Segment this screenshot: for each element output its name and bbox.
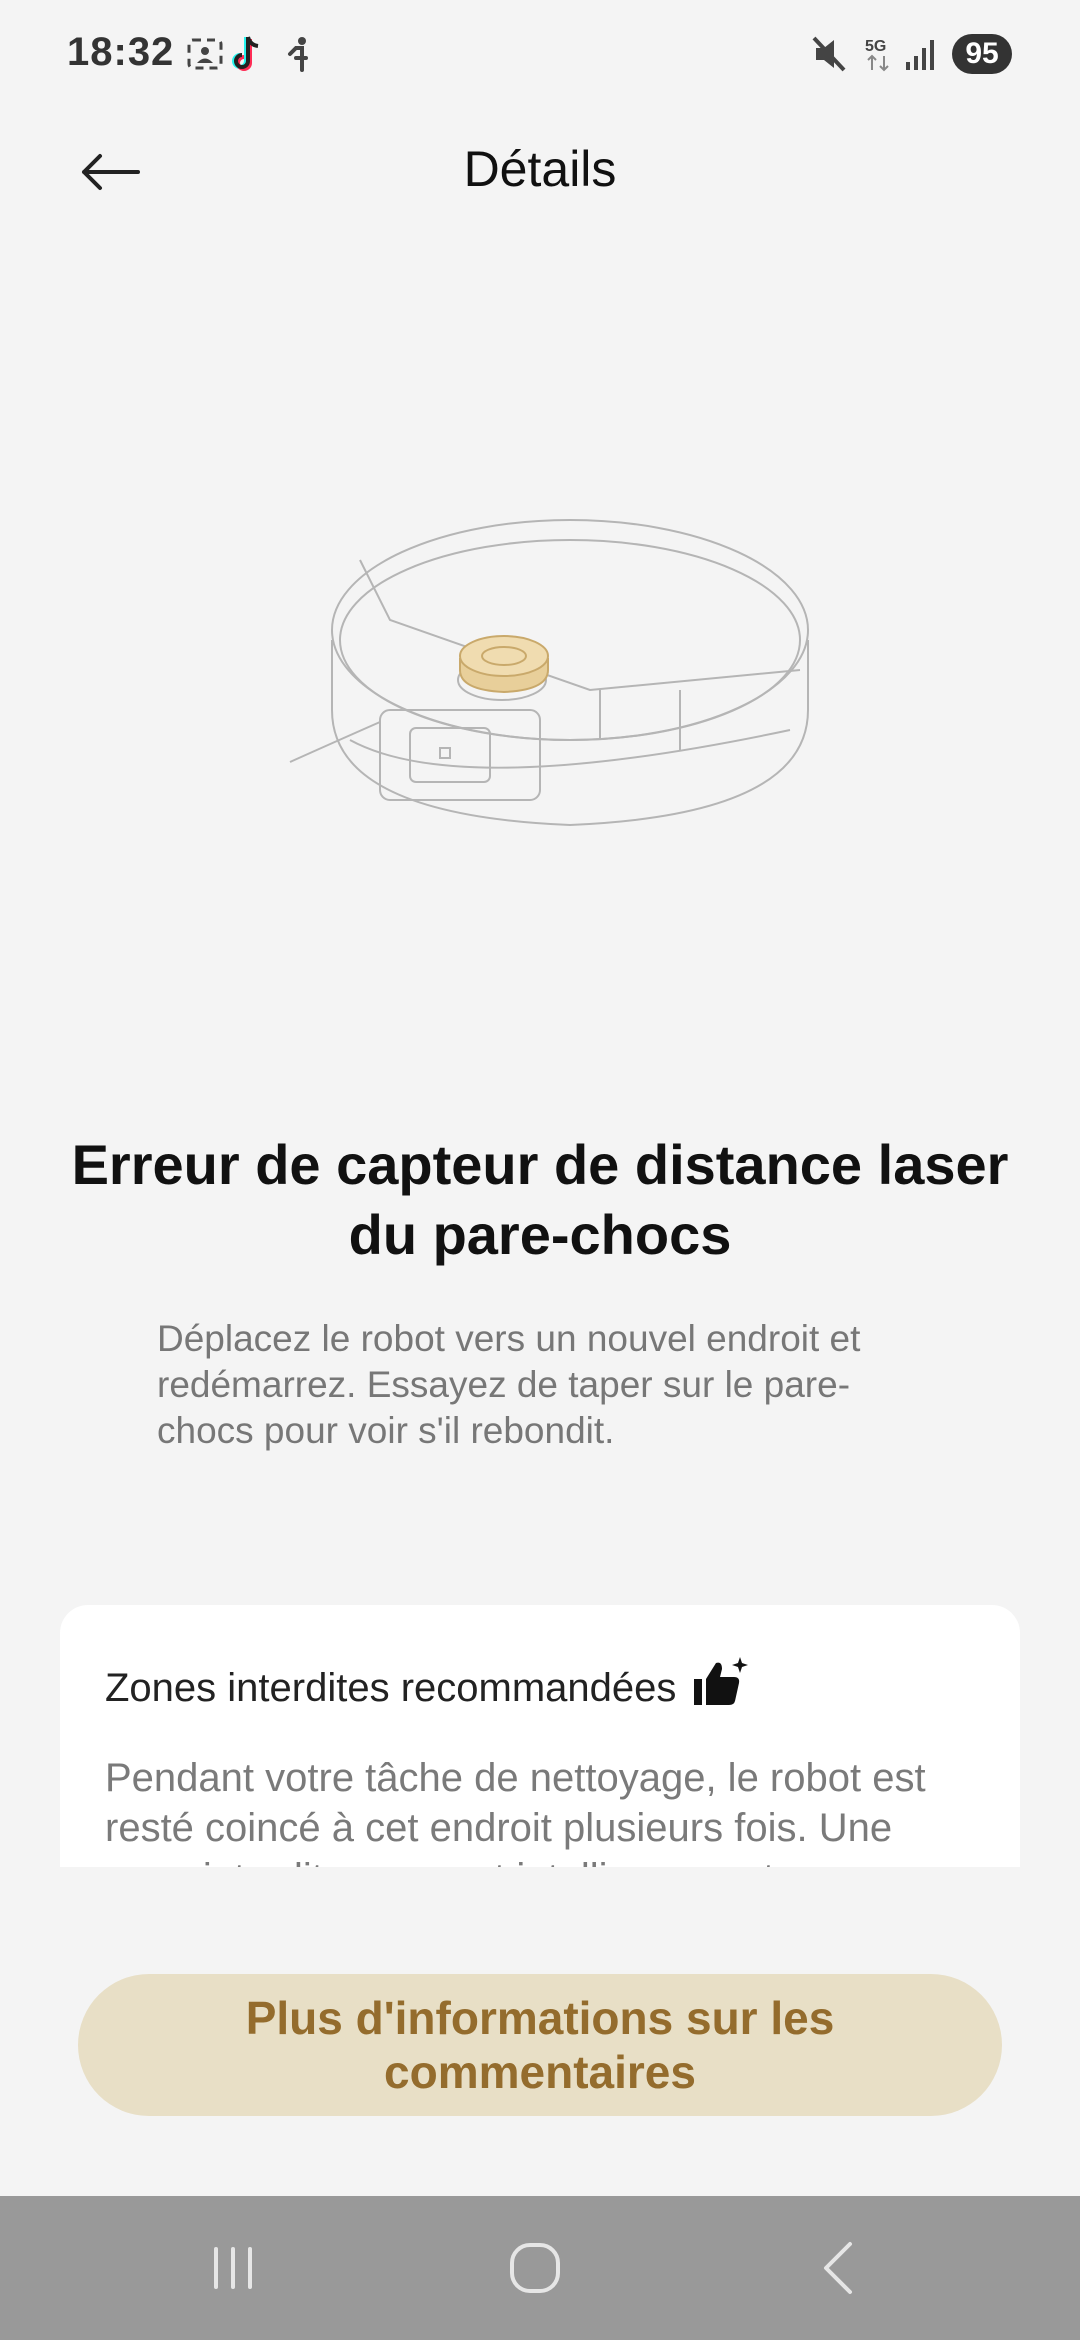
robot-vacuum-illustration (270, 500, 830, 840)
error-title: Erreur de capteur de distance laser du p… (71, 1133, 1009, 1266)
card-title: Zones interdites recommandées (105, 1665, 677, 1710)
nav-back-button[interactable] (778, 2228, 898, 2308)
svg-text:5G: 5G (865, 38, 886, 55)
recommendation-card[interactable]: Zones interdites recommandées Pendant vo… (60, 1605, 1020, 1867)
status-bar: 18:32 5G 95 (0, 0, 1080, 110)
fitness-icon (284, 34, 314, 79)
page-title: Détails (463, 141, 617, 197)
recent-apps-button[interactable] (173, 2228, 293, 2308)
error-description: Déplacez le robot vers un nouvel endroit… (157, 1318, 861, 1451)
card-title-row: Zones interdites recommandées (105, 1655, 750, 1721)
back-icon (824, 2242, 852, 2294)
5g-icon: 5G (864, 36, 894, 77)
status-time: 18:32 (67, 30, 175, 74)
signal-icon (904, 34, 940, 79)
tiktok-icon (232, 34, 266, 79)
battery-icon: 95 (952, 34, 1012, 74)
thumbs-up-icon (690, 1655, 750, 1721)
home-icon (510, 2243, 560, 2293)
home-button[interactable] (475, 2228, 595, 2308)
navigation-bar (0, 2196, 1080, 2340)
more-info-button[interactable]: Plus d'informations sur les commentaires (78, 1974, 1002, 2116)
card-body: Pendant votre tâche de nettoyage, le rob… (105, 1756, 926, 1867)
screenshot-icon (186, 34, 224, 79)
mute-icon (812, 34, 848, 79)
recent-apps-icon (214, 2247, 252, 2289)
